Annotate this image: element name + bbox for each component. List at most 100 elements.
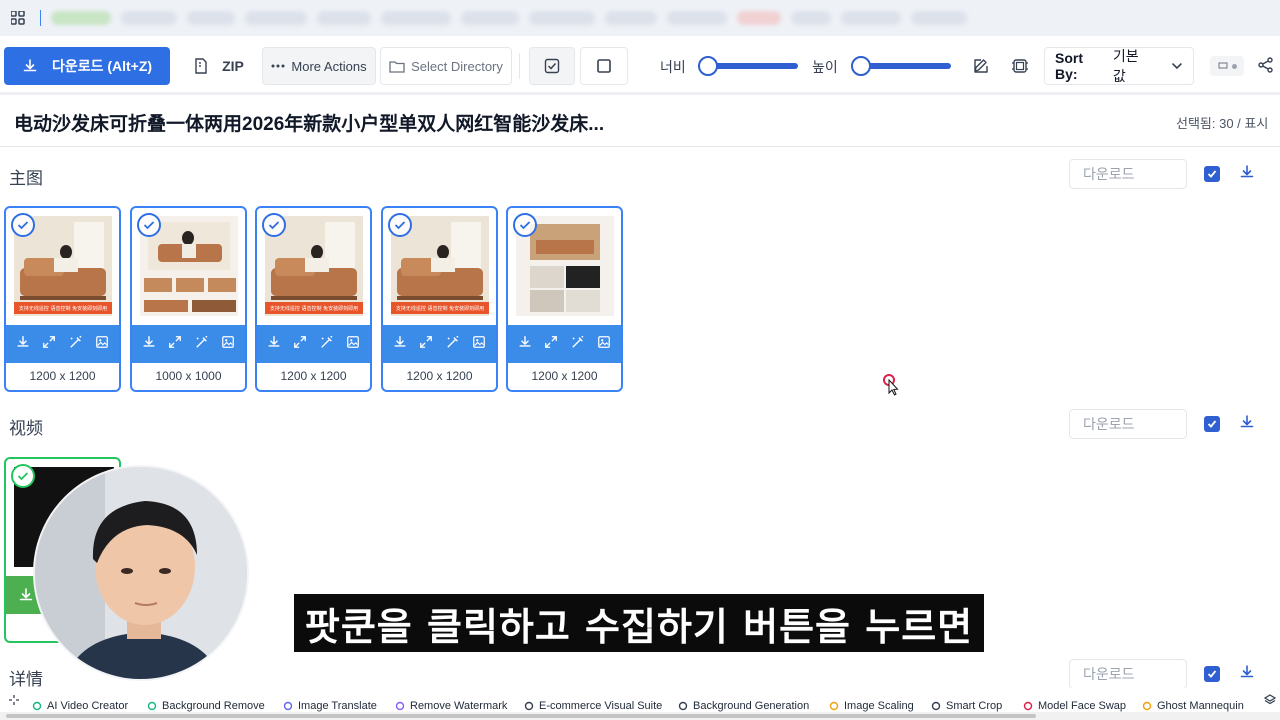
width-label: 너비 [660, 59, 686, 75]
height-slider[interactable] [851, 56, 951, 76]
section-download-input[interactable]: 다운로드 [1069, 409, 1187, 439]
download-icon[interactable] [1239, 664, 1255, 685]
tool-e-commerce-visual-suite[interactable]: E-commerce Visual Suite [524, 700, 662, 712]
width-slider-knob[interactable] [698, 56, 718, 76]
expand-icon[interactable] [168, 335, 182, 354]
expand-icon[interactable] [419, 335, 433, 354]
page: 다운로드 (Alt+Z) ZIP More Actions Select Dir… [0, 0, 1280, 720]
palette-icon [678, 701, 688, 711]
tool-label: Model Face Swap [1038, 700, 1127, 712]
section-download-input[interactable]: 다운로드 [1069, 159, 1187, 189]
tool-background-generation[interactable]: Background Generation [678, 700, 809, 712]
image-size-label: 1200 x 1200 [406, 369, 473, 383]
crop-frame-icon[interactable] [1011, 57, 1029, 80]
magic-wand-icon[interactable] [446, 335, 460, 354]
zip-button[interactable]: ZIP [180, 47, 258, 85]
tool-label: Remove Watermark [410, 700, 508, 712]
select-all-button[interactable] [529, 47, 575, 85]
download-icon[interactable] [267, 335, 281, 354]
image-size-label: 1000 x 1000 [155, 369, 222, 383]
tool-ghost-mannequin[interactable]: Ghost Mannequin [1142, 700, 1244, 712]
more-actions-button[interactable]: More Actions [262, 47, 376, 85]
tool-model-face-swap[interactable]: Model Face Swap [1023, 700, 1126, 712]
section-tools-details: 다운로드 [1069, 659, 1255, 689]
download-icon[interactable] [393, 335, 407, 354]
check-circle-icon[interactable] [11, 464, 35, 488]
section-title-details: 详情 [9, 670, 43, 689]
expand-icon[interactable] [293, 335, 307, 354]
image-icon[interactable] [221, 335, 235, 354]
magic-wand-icon[interactable] [571, 335, 585, 354]
check-circle-icon[interactable] [11, 213, 35, 237]
mode-toggle[interactable] [1210, 56, 1244, 76]
mouse-cursor [883, 374, 899, 401]
image-card[interactable]: 支持无线遥控 语音控制 免安装即刻即用 1200 x 1200 [255, 206, 372, 392]
promo-banner: 支持无线遥控 语音控制 免安装即刻即用 [14, 302, 112, 314]
scrollbar-thumb[interactable] [6, 714, 1036, 718]
toolbar-divider-line [0, 92, 1280, 95]
magic-wand-icon[interactable] [320, 335, 334, 354]
edit-icon[interactable] [972, 57, 990, 80]
check-circle-icon[interactable] [262, 213, 286, 237]
settings-sparkle-icon[interactable] [8, 694, 20, 706]
share-icon[interactable] [1258, 57, 1273, 78]
expand-icon[interactable] [42, 335, 56, 354]
check-circle-icon[interactable] [137, 213, 161, 237]
height-slider-knob[interactable] [851, 56, 871, 76]
tool-ai-video-creator[interactable]: AI Video Creator [32, 700, 128, 712]
promo-text: 支持无线遥控 语音控制 免安装即刻即用 [18, 305, 108, 312]
tool-background-remove[interactable]: Background Remove [147, 700, 265, 712]
image-icon[interactable] [597, 335, 611, 354]
magic-wand-icon[interactable] [69, 335, 83, 354]
tool-image-scaling[interactable]: Image Scaling [829, 700, 914, 712]
check-circle-icon[interactable] [513, 213, 537, 237]
section-title-video: 视频 [9, 419, 43, 438]
section-select-checkbox[interactable] [1204, 416, 1220, 432]
zip-file-icon [195, 58, 207, 74]
select-directory-button[interactable]: Select Directory [380, 47, 512, 85]
width-slider[interactable] [698, 56, 798, 76]
download-icon[interactable] [518, 335, 532, 354]
section-title-main-images: 主图 [9, 169, 43, 188]
deselect-all-button[interactable] [580, 47, 628, 85]
download-icon[interactable] [1239, 164, 1255, 185]
tool-remove-watermark[interactable]: Remove Watermark [395, 700, 507, 712]
presenter-illustration [35, 467, 247, 679]
tool-label: AI Video Creator [47, 700, 129, 712]
image-card[interactable]: 支持无线遥控 语音控制 免安装即刻即用 1200 x 1200 [381, 206, 498, 392]
magic-wand-icon[interactable] [195, 335, 209, 354]
image-card[interactable]: 1000 x 1000 [130, 206, 247, 392]
sort-select[interactable]: Sort By: 기본값 [1044, 47, 1194, 85]
tool-image-translate[interactable]: Image Translate [283, 700, 377, 712]
layers-icon[interactable] [1264, 694, 1276, 706]
download-all-button[interactable]: 다운로드 (Alt+Z) [4, 47, 170, 85]
camera-icon [524, 701, 534, 711]
tool-smart-crop[interactable]: Smart Crop [931, 700, 1002, 712]
image-action-bar [383, 325, 496, 363]
download-icon[interactable] [1239, 414, 1255, 435]
section-select-checkbox[interactable] [1204, 666, 1220, 682]
horizontal-scrollbar[interactable] [0, 712, 1280, 720]
section-download-input[interactable]: 다운로드 [1069, 659, 1187, 689]
download-icon[interactable] [16, 335, 30, 354]
section-select-checkbox[interactable] [1204, 166, 1220, 182]
image-card[interactable]: 1200 x 1200 [506, 206, 623, 392]
image-action-bar [132, 325, 245, 363]
scissors-icon [147, 701, 157, 711]
image-icon[interactable] [472, 335, 486, 354]
blurred-bookmarks [51, 11, 967, 25]
download-icon[interactable] [18, 587, 34, 603]
image-icon[interactable] [95, 335, 109, 354]
mannequin-icon [1142, 701, 1152, 711]
image-icon[interactable] [346, 335, 360, 354]
image-card[interactable]: 支持无线遥控 语音控制 免安装即刻即用 1200 x 1200 [4, 206, 121, 392]
download-icon[interactable] [142, 335, 156, 354]
check-circle-icon[interactable] [388, 213, 412, 237]
image-action-bar [6, 325, 119, 363]
apps-grid-icon[interactable] [0, 0, 36, 36]
section-tools-main-images: 다운로드 [1069, 159, 1280, 189]
folder-icon [389, 60, 405, 73]
tool-label: Background Remove [162, 700, 265, 712]
video-camera-icon [32, 701, 42, 711]
expand-icon[interactable] [544, 335, 558, 354]
